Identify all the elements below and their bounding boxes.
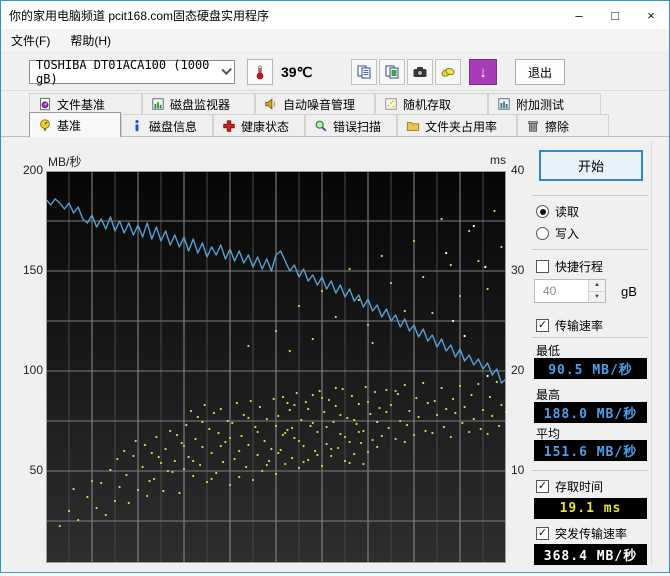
update-button[interactable]: ↓ [469,59,497,85]
folder-icon [406,122,420,131]
tab-error-scan[interactable]: 错误扫描 [305,114,397,137]
copy-text-icon [357,65,371,79]
window-title: 你的家用电脑频道 pcit168.com固态硬盘实用程序 [9,8,270,23]
left-axis-title: MB/秒 [48,155,82,169]
screenshot-button[interactable] [407,59,433,85]
random-access-icon [385,98,397,110]
thermometer-icon [256,65,264,80]
burst-rate-value: 368.4 MB/秒 [534,544,647,565]
copy-image-icon [385,65,399,79]
menu-bar: 文件(F) 帮助(H) [1,29,669,53]
transfer-rate-checkbox[interactable]: ✓ 传输速率 [536,317,603,334]
access-time-value: 19.1 ms [534,498,647,519]
copy-image-button[interactable] [379,59,405,85]
spin-down-icon[interactable]: ▼ [589,291,605,302]
max-label: 最高 [536,388,561,402]
right-axis-title: ms [490,153,506,167]
write-radio[interactable]: 写入 [536,225,579,242]
disk-monitor-icon [152,98,164,110]
speaker-icon [265,98,276,110]
separator [532,249,648,250]
spin-up-icon[interactable]: ▲ [589,280,605,292]
toolbar: TOSHIBA DT01ACA100 (1000 gB) 39℃ ↓ 退出 [1,53,669,91]
tab-erase[interactable]: 擦除 [517,114,609,137]
radio-unselected-icon [536,227,549,240]
min-label: 最低 [536,344,561,358]
donate-button[interactable] [435,59,461,85]
short-stroke-size-input[interactable]: 40 ▲ ▼ [534,279,606,303]
checkbox-checked-icon: ✓ [536,480,549,493]
hands-icon [441,67,455,77]
tab-folder-usage[interactable]: 文件夹占用率 [397,114,517,137]
tab-aam[interactable]: 自动噪音管理 [255,93,375,114]
avg-value: 151.6 MB/秒 [534,440,647,461]
tab-row-primary: 基准 磁盘信息 健康状态 错误扫描 文件夹占用率 擦除 [29,112,609,137]
tab-health[interactable]: 健康状态 [213,114,305,137]
drive-select-value: TOSHIBA DT01ACA100 (1000 gB) [36,58,210,86]
separator [532,337,648,338]
access-time-checkbox[interactable]: ✓ 存取时间 [536,478,603,495]
separator [532,195,648,196]
max-value: 188.0 MB/秒 [534,402,647,423]
left-axis-tick: 100 [22,363,43,377]
tab-benchmark[interactable]: 基准 [29,112,121,137]
spinner-buttons[interactable]: ▲ ▼ [588,280,605,302]
menu-help[interactable]: 帮助(H) [60,29,121,52]
drive-select-combobox[interactable]: TOSHIBA DT01ACA100 (1000 gB) [29,58,235,86]
maximize-button[interactable]: □ [597,1,633,29]
trash-icon [528,121,538,132]
copy-text-button[interactable] [351,59,377,85]
start-button[interactable]: 开始 [539,150,643,181]
left-axis-tick: 200 [22,163,43,177]
burst-rate-checkbox[interactable]: ✓ 突发传输速率 [536,525,627,542]
app-window: 你的家用电脑频道 pcit168.com固态硬盘实用程序 – □ × 文件(F)… [0,0,670,573]
title-bar[interactable]: 你的家用电脑频道 pcit168.com固态硬盘实用程序 – □ × [1,1,669,29]
tab-file-benchmark[interactable]: 文件基准 [29,93,142,114]
left-axis-tick: 150 [22,263,43,277]
camera-icon [413,67,427,77]
short-stroke-unit: gB [621,284,637,299]
tab-row-secondary: 文件基准 磁盘监视器 自动噪音管理 随机存取 附加测试 [29,93,601,114]
exit-button[interactable]: 退出 [515,59,565,85]
radio-selected-icon [536,205,549,218]
extra-tests-icon [498,98,510,110]
close-button[interactable]: × [633,1,669,29]
tab-disk-info[interactable]: 磁盘信息 [121,114,213,137]
window-controls: – □ × [561,1,669,29]
right-axis-tick: 20 [511,363,525,377]
menu-file[interactable]: 文件(F) [1,29,60,52]
down-arrow-icon: ↓ [479,63,487,81]
right-axis-tick: 40 [511,163,525,177]
tab-random-access[interactable]: 随机存取 [375,93,488,114]
chevron-down-icon [220,64,232,76]
tab-extra-tests[interactable]: 附加测试 [488,93,601,114]
magnifier-icon [315,120,327,132]
checkbox-checked-icon: ✓ [536,319,549,332]
info-icon [135,120,139,132]
chart-canvas [46,171,506,563]
panel-divider [651,141,652,566]
health-cross-icon [223,120,235,132]
temperature-value: 39℃ [281,64,313,80]
right-axis-tick: 30 [511,263,525,277]
right-axis-tick: 10 [511,463,525,477]
tab-disk-monitor[interactable]: 磁盘监视器 [142,93,255,114]
left-axis-tick: 50 [29,463,43,477]
file-benchmark-icon [40,97,50,111]
read-radio[interactable]: 读取 [536,203,579,220]
checkbox-checked-icon: ✓ [536,527,549,540]
minimize-button[interactable]: – [561,1,597,29]
temperature-button[interactable] [247,59,273,85]
benchmark-chart [46,171,506,563]
benchmark-gauge-icon [40,119,50,131]
